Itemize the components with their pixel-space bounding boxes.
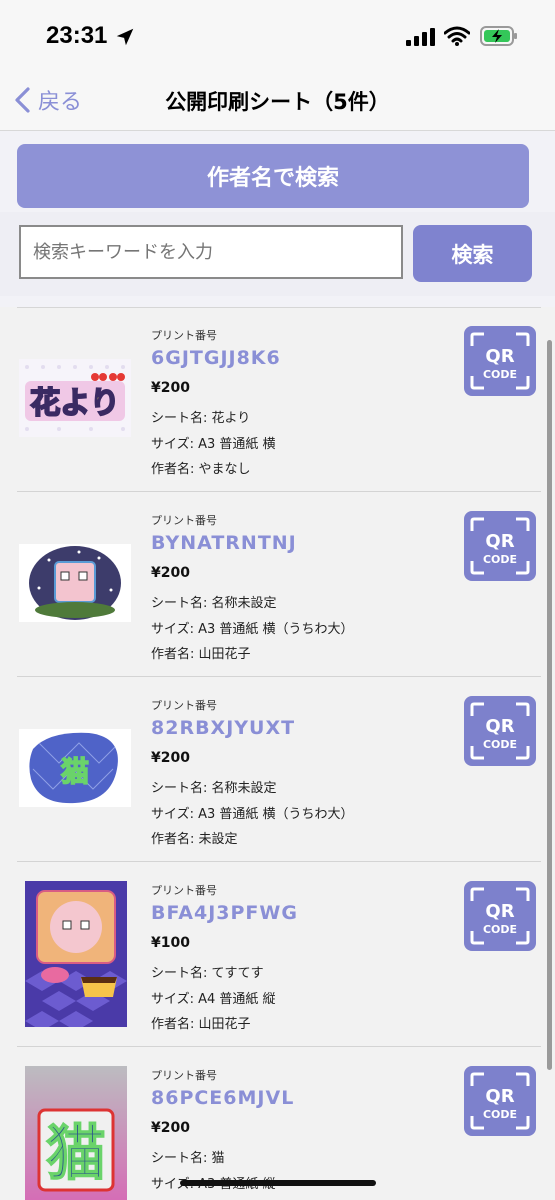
sheet-name: シート名: てすてす bbox=[151, 966, 264, 981]
qr-code-icon: QR CODE bbox=[470, 517, 530, 575]
home-indicator[interactable] bbox=[180, 1180, 376, 1186]
svg-text:QR: QR bbox=[485, 531, 514, 552]
sheet-thumbnail bbox=[19, 544, 131, 622]
battery-charging-icon bbox=[480, 26, 517, 46]
sheet-size: サイズ: A3 普通紙 横（うちわ大） bbox=[151, 807, 354, 822]
print-code: 6GJTGJJ8K6 bbox=[151, 347, 281, 369]
list-item[interactable]: 猫 プリント番号 86PCE6MJVL ¥200 シート名: 猫 サイズ: A3… bbox=[0, 1047, 555, 1200]
list-item[interactable]: プリント番号 BYNATRNTNJ ¥200 シート名: 名称未設定 サイズ: … bbox=[0, 492, 555, 677]
qr-code-icon: QR CODE bbox=[470, 702, 530, 760]
print-number-label: プリント番号 bbox=[151, 884, 217, 897]
sheet-name: シート名: 名称未設定 bbox=[151, 781, 277, 796]
thumbnail-text: 猫 bbox=[61, 755, 89, 788]
print-number-label: プリント番号 bbox=[151, 329, 217, 342]
page-title: 公開印刷シート（5件） bbox=[165, 90, 390, 114]
thumbnail-text: 猫 bbox=[46, 1119, 106, 1189]
list-item[interactable]: プリント番号 BFA4J3PFWG ¥100 シート名: てすてす サイズ: A… bbox=[0, 862, 555, 1047]
search-input[interactable] bbox=[19, 225, 403, 279]
scrollbar[interactable] bbox=[547, 340, 552, 1070]
price: ¥200 bbox=[151, 750, 190, 766]
svg-text:CODE: CODE bbox=[483, 923, 517, 936]
price: ¥200 bbox=[151, 380, 190, 396]
status-time: 23:31 bbox=[46, 22, 108, 49]
status-bar: 23:31 bbox=[0, 0, 555, 72]
price: ¥200 bbox=[151, 565, 190, 581]
qr-code-button[interactable]: QR CODE bbox=[464, 696, 536, 766]
author-name: 作者名: 山田花子 bbox=[151, 1017, 251, 1032]
sheet-thumbnail: 猫 bbox=[19, 729, 131, 807]
sheet-thumbnail bbox=[25, 881, 127, 1027]
author-name: 作者名: 未設定 bbox=[151, 832, 238, 847]
print-sheet-list: 花より プリント番号 6GJTGJJ8K6 ¥200 シート名: 花より サイズ… bbox=[0, 307, 555, 1200]
svg-text:QR: QR bbox=[485, 901, 514, 922]
search-button[interactable]: 検索 bbox=[413, 225, 532, 282]
qr-code-button[interactable]: QR CODE bbox=[464, 326, 536, 396]
sheet-thumbnail: 花より bbox=[19, 359, 131, 437]
sheet-size: サイズ: A3 普通紙 横 bbox=[151, 437, 276, 452]
print-number-label: プリント番号 bbox=[151, 1069, 217, 1082]
sheet-size: サイズ: A4 普通紙 縦 bbox=[151, 992, 276, 1007]
sheet-name: シート名: 猫 bbox=[151, 1151, 225, 1166]
qr-code-button[interactable]: QR CODE bbox=[464, 511, 536, 581]
thumbnail-text: 花より bbox=[30, 386, 119, 421]
navigation-bar: 戻る 公開印刷シート（5件） bbox=[0, 72, 555, 131]
print-number-label: プリント番号 bbox=[151, 699, 217, 712]
qr-code-icon: QR CODE bbox=[470, 1072, 530, 1130]
print-code: 86PCE6MJVL bbox=[151, 1087, 295, 1109]
wifi-icon bbox=[444, 26, 470, 46]
svg-text:QR: QR bbox=[485, 1086, 514, 1107]
print-code: BYNATRNTNJ bbox=[151, 532, 297, 554]
author-name: 作者名: 山田花子 bbox=[151, 647, 251, 662]
qr-code-button[interactable]: QR CODE bbox=[464, 1066, 536, 1136]
sheet-name: シート名: 花より bbox=[151, 411, 251, 426]
svg-text:CODE: CODE bbox=[483, 368, 517, 381]
qr-code-icon: QR CODE bbox=[470, 332, 530, 390]
svg-text:CODE: CODE bbox=[483, 738, 517, 751]
svg-text:QR: QR bbox=[485, 716, 514, 737]
svg-text:CODE: CODE bbox=[483, 553, 517, 566]
sheet-name: シート名: 名称未設定 bbox=[151, 596, 277, 611]
print-code: 82RBXJYUXT bbox=[151, 717, 296, 739]
print-code: BFA4J3PFWG bbox=[151, 902, 298, 924]
qr-code-icon: QR CODE bbox=[470, 887, 530, 945]
sheet-size: サイズ: A3 普通紙 横（うちわ大） bbox=[151, 622, 354, 637]
svg-text:QR: QR bbox=[485, 346, 514, 367]
location-arrow-icon bbox=[116, 28, 134, 46]
author-name: 作者名: やまなし bbox=[151, 462, 251, 477]
sheet-thumbnail: 猫 bbox=[25, 1066, 127, 1200]
list-item[interactable]: 花より プリント番号 6GJTGJJ8K6 ¥200 シート名: 花より サイズ… bbox=[0, 307, 555, 492]
price: ¥100 bbox=[151, 935, 190, 951]
price: ¥200 bbox=[151, 1120, 190, 1136]
author-search-button[interactable]: 作者名で検索 bbox=[17, 144, 529, 208]
print-number-label: プリント番号 bbox=[151, 514, 217, 527]
cellular-signal-icon bbox=[406, 28, 435, 46]
svg-text:CODE: CODE bbox=[483, 1108, 517, 1121]
list-item[interactable]: 猫 プリント番号 82RBXJYUXT ¥200 シート名: 名称未設定 サイズ… bbox=[0, 677, 555, 862]
qr-code-button[interactable]: QR CODE bbox=[464, 881, 536, 951]
